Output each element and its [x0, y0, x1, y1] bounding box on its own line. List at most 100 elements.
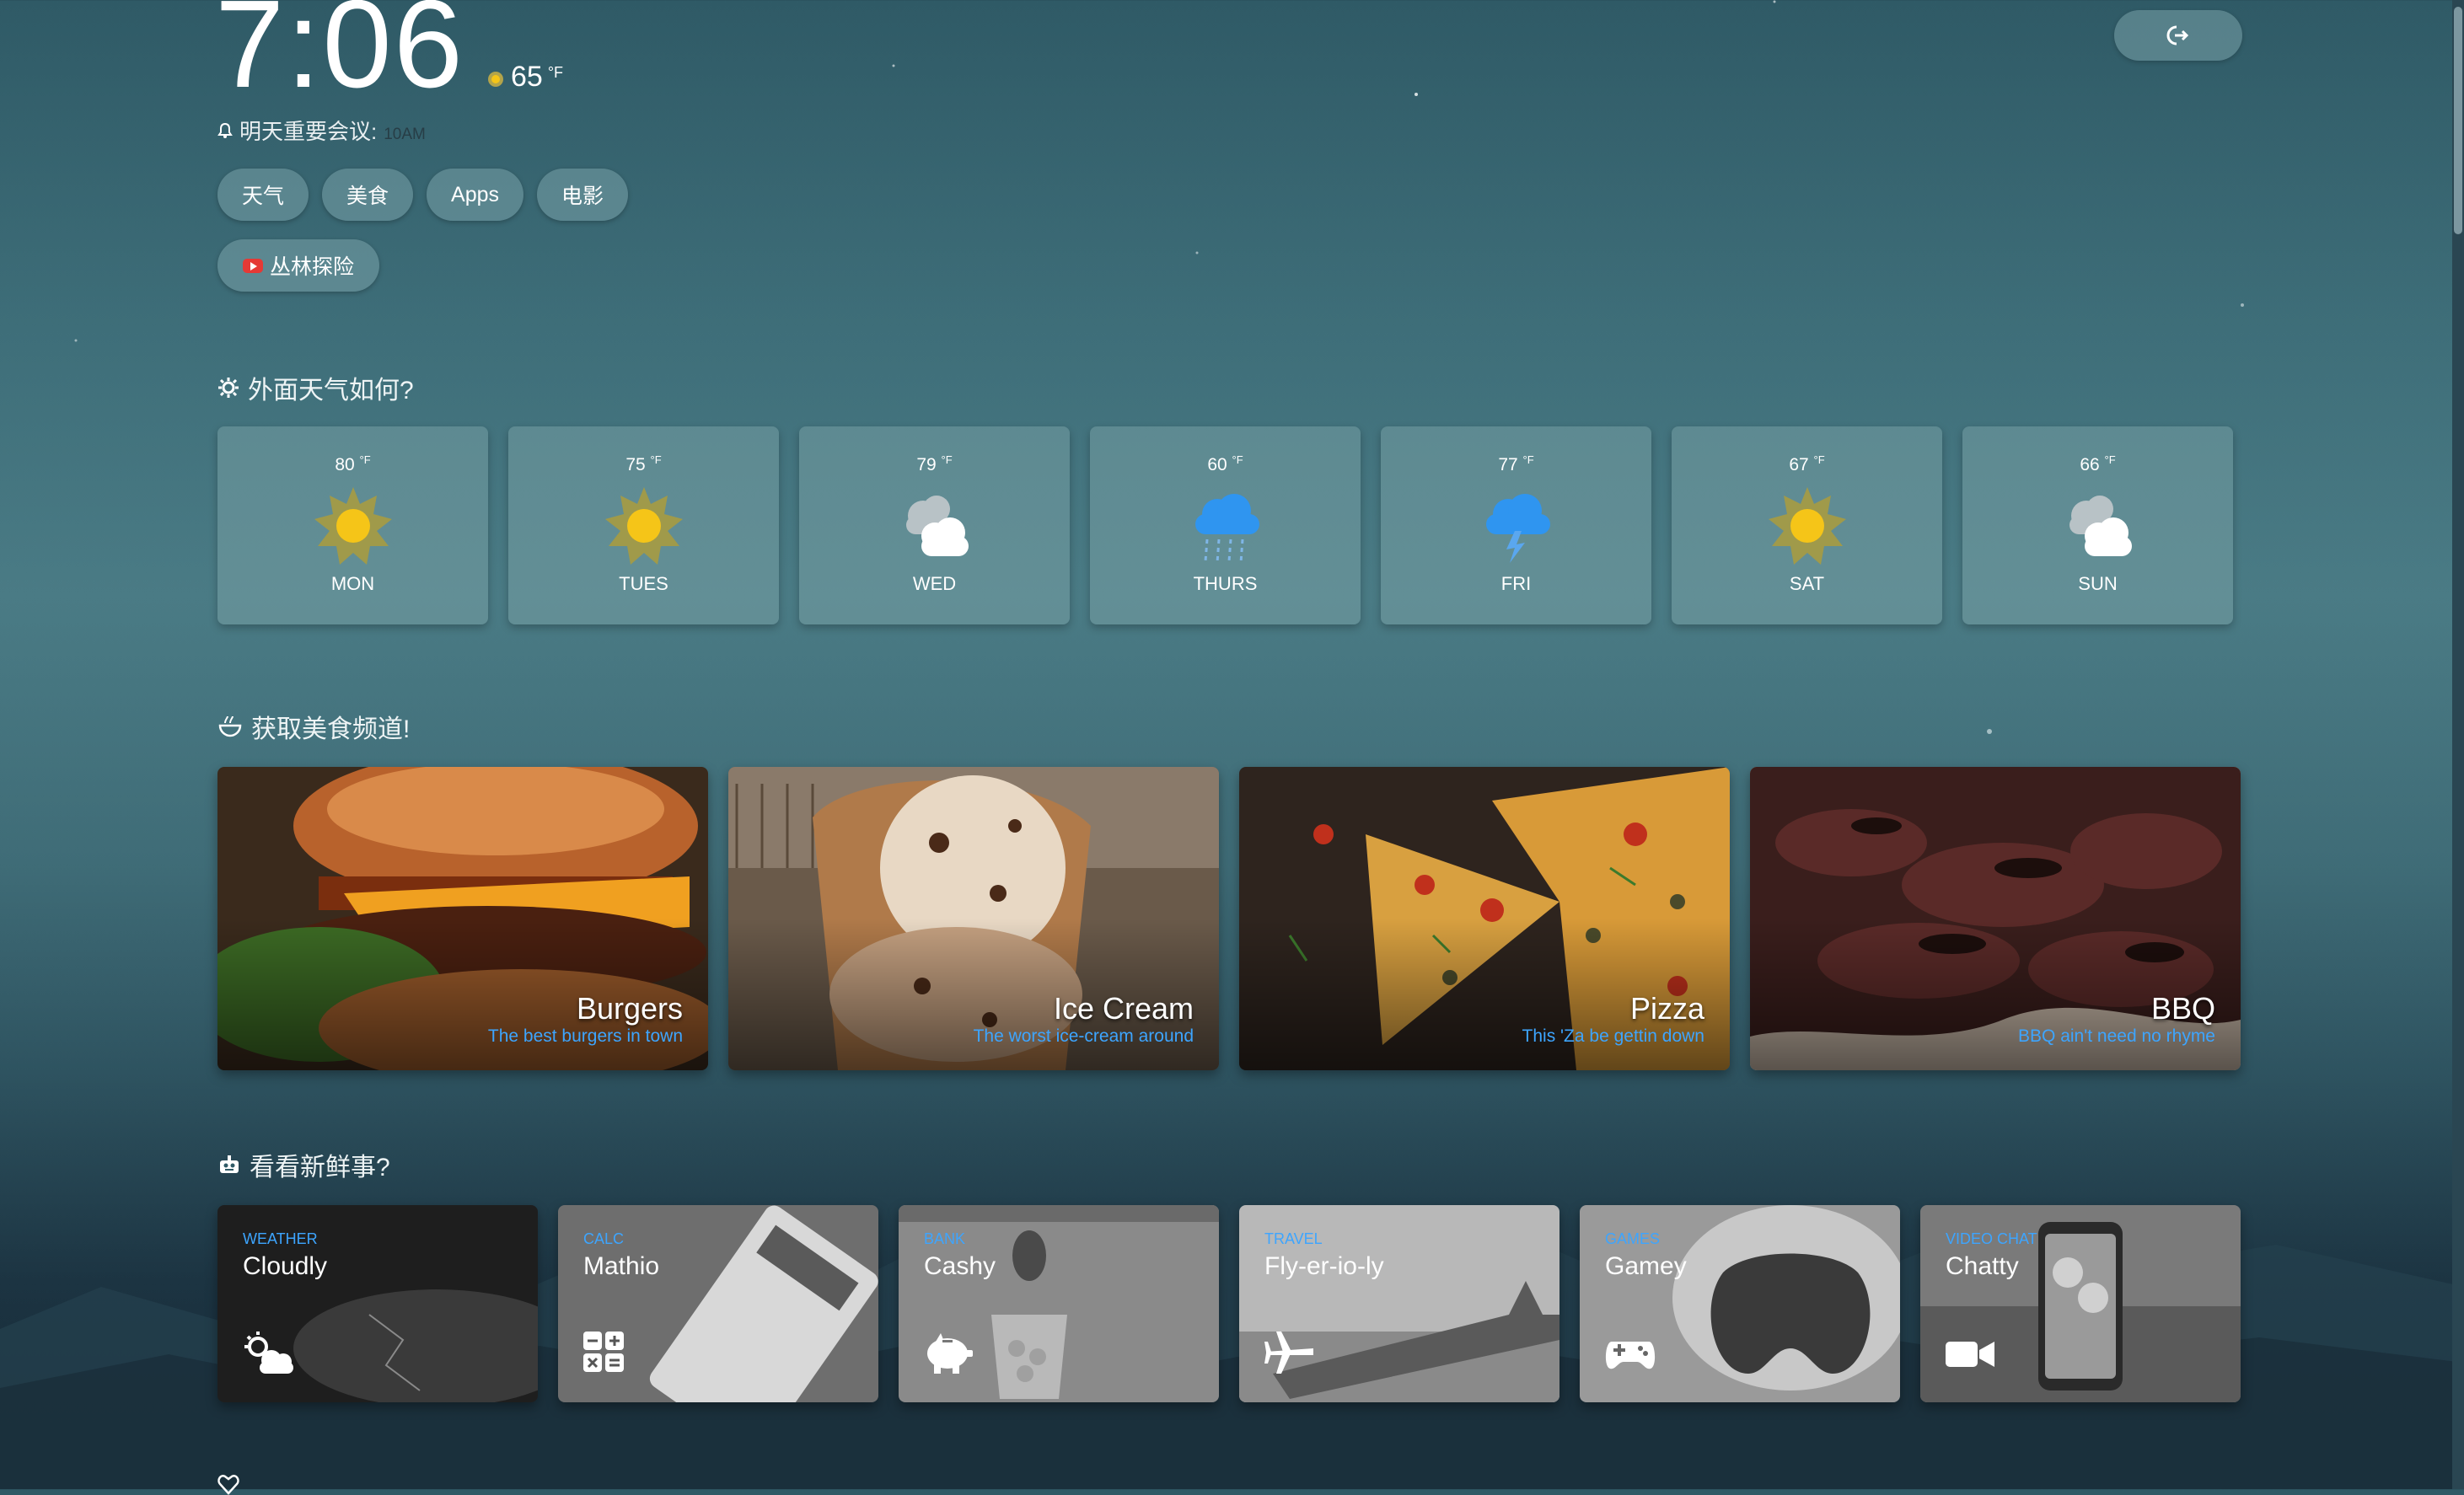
logout-button[interactable] — [2114, 10, 2242, 61]
youtube-icon — [243, 258, 263, 273]
app-card-gamey[interactable]: GAMES Gamey — [1580, 1205, 1900, 1402]
pill-weather[interactable]: 天气 — [217, 169, 309, 221]
forecast-day: MON — [330, 573, 375, 594]
forecast-temp: 67 — [1789, 455, 1809, 474]
gamepad-icon — [1605, 1342, 1656, 1369]
sun-icon — [488, 72, 503, 87]
forecast-unit: °F — [1813, 453, 1825, 466]
apps-grid: WEATHER Cloudly CALC Mathio BANK Cashy T… — [217, 1205, 2241, 1402]
sun-icon — [604, 487, 683, 565]
forecast-unit: °F — [1522, 453, 1534, 466]
video-link-button[interactable]: 丛林探险 — [217, 239, 380, 292]
forecast-unit: °F — [941, 453, 953, 466]
food-card-desc: BBQ ain't need no rhyme — [2018, 1026, 2215, 1046]
forecast-temp: 66 — [2080, 455, 2100, 474]
pill-apps[interactable]: Apps — [427, 169, 524, 221]
app-name: Cashy — [924, 1252, 996, 1280]
forecast-card-fri[interactable]: 77 °F FRI — [1381, 426, 1651, 624]
sun-icon — [314, 487, 392, 565]
forecast-day: TUES — [619, 573, 668, 594]
clock-time: 7:06 — [215, 0, 465, 114]
cloudy-icon — [2069, 496, 2132, 556]
scrollbar-thumb[interactable] — [2454, 7, 2462, 234]
app-card-mathio[interactable]: CALC Mathio — [558, 1205, 878, 1402]
reminder: 明天重要会议: 10AM — [217, 115, 426, 146]
food-card-desc: The worst ice-cream around — [973, 1026, 1194, 1046]
storm-icon — [1485, 494, 1550, 563]
app-category: GAMES — [1605, 1230, 1661, 1247]
food-card-pizza[interactable]: Pizza This 'Za be gettin down — [1239, 767, 1730, 1070]
food-card-title: Pizza — [1629, 991, 1704, 1026]
current-temp: 65 — [511, 61, 543, 93]
forecast-day: SUN — [2078, 573, 2118, 594]
food-card-desc: The best burgers in town — [487, 1026, 683, 1046]
quick-links: 天气 美食 Apps 电影 — [217, 169, 629, 221]
forecast-day: FRI — [1500, 573, 1532, 594]
pill-movies[interactable]: 电影 — [537, 169, 629, 221]
apps-section-title: 看看新鲜事? — [217, 1146, 390, 1183]
video-camera-icon — [1946, 1342, 1994, 1367]
forecast-card-wed[interactable]: 79 °F WED — [799, 426, 1070, 624]
forecast-day: SAT — [1789, 573, 1825, 594]
app-card-chatty[interactable]: VIDEO CHAT Chatty — [1920, 1205, 2241, 1402]
forecast-unit: °F — [359, 453, 371, 466]
forecast-card-thurs[interactable]: 60 °F THURS — [1090, 426, 1361, 624]
app-category: VIDEO CHAT — [1946, 1230, 2037, 1247]
forecast-temp: 60 — [1207, 455, 1227, 474]
bowl-icon — [218, 715, 242, 737]
forecast-day: THURS — [1193, 573, 1258, 594]
app-name: Mathio — [583, 1252, 660, 1280]
app-category: CALC — [583, 1230, 625, 1247]
pill-food[interactable]: 美食 — [322, 169, 414, 221]
cloud-sun-icon — [244, 1332, 293, 1374]
food-card-burgers[interactable]: Burgers The best burgers in town — [217, 767, 708, 1070]
logout-icon — [2166, 25, 2189, 46]
bell-icon — [217, 122, 233, 138]
piggy-bank-icon — [927, 1333, 973, 1374]
sun-icon — [1768, 487, 1846, 565]
app-name: Gamey — [1605, 1252, 1687, 1280]
app-category: TRAVEL — [1264, 1230, 1323, 1247]
food-card-ice-cream[interactable]: Ice Cream The worst ice-cream around — [728, 767, 1219, 1070]
forecast-unit: °F — [2104, 453, 2116, 466]
forecast-card-mon[interactable]: 80 °F MON — [217, 426, 488, 624]
forecast-card-tues[interactable]: 75 °F TUES — [508, 426, 779, 624]
app-name: Chatty — [1946, 1252, 2019, 1280]
current-temp-unit: °F — [547, 64, 564, 81]
app-card-cloudly[interactable]: WEATHER Cloudly — [217, 1205, 538, 1402]
app-card-fly-er-io-ly[interactable]: TRAVEL Fly-er-io-ly — [1239, 1205, 1559, 1402]
forecast-temp: 80 — [335, 455, 355, 474]
video-link-label: 丛林探险 — [270, 255, 355, 279]
food-card-bbq[interactable]: BBQ BBQ ain't need no rhyme — [1750, 767, 2241, 1070]
sun-outline-icon — [218, 378, 239, 398]
robot-icon — [220, 1155, 239, 1173]
reminder-time: 10AM — [384, 126, 426, 143]
forecast-day: WED — [912, 573, 957, 594]
app-card-cashy[interactable]: BANK Cashy — [899, 1205, 1219, 1402]
heart-icon — [217, 1475, 239, 1495]
food-card-desc: This 'Za be gettin down — [1522, 1026, 1704, 1046]
app-name: Fly-er-io-ly — [1264, 1252, 1384, 1280]
forecast-unit: °F — [1232, 453, 1243, 466]
forecast-temp: 75 — [625, 455, 646, 474]
rain-icon — [1194, 494, 1259, 564]
weather-forecast: 80 °F MON 75 °F TUES 79 °F WED 60 °F THU… — [217, 426, 2233, 624]
weather-section-title: 外面天气如何? — [217, 369, 414, 406]
food-section-label: 获取美食频道! — [251, 715, 411, 743]
forecast-card-sun[interactable]: 66 °F SUN — [1962, 426, 2233, 624]
airplane-icon — [1264, 1332, 1313, 1374]
reminder-text: 明天重要会议: — [239, 119, 378, 144]
scrollbar-track[interactable] — [2452, 0, 2464, 1489]
food-card-title: Ice Cream — [1053, 991, 1194, 1026]
cloudy-icon — [905, 496, 969, 556]
bottom-section-title-partial — [217, 1473, 239, 1495]
forecast-card-sat[interactable]: 67 °F SAT — [1672, 426, 1942, 624]
food-card-title: BBQ — [2150, 991, 2215, 1026]
forecast-temp: 79 — [916, 455, 937, 474]
apps-section-label: 看看新鲜事? — [250, 1154, 390, 1182]
forecast-temp: 77 — [1498, 455, 1518, 474]
current-weather: 65 °F — [486, 61, 563, 94]
app-name: Cloudly — [243, 1252, 328, 1280]
forecast-unit: °F — [650, 453, 662, 466]
food-section-title: 获取美食频道! — [217, 708, 410, 745]
